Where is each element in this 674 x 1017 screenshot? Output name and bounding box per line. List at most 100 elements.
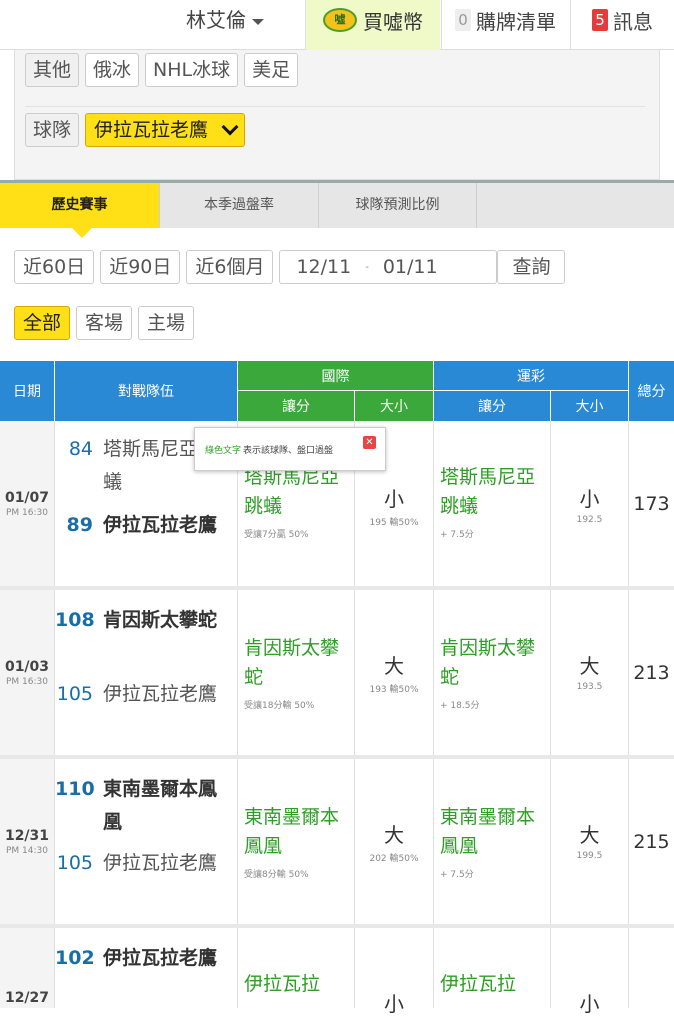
table-row[interactable]: 12/31 PM 14:30 110 東南墨爾本鳳凰 105 伊拉瓦拉老鷹 東南墨爾本… [0,759,674,928]
table-row[interactable]: 01/03 PM 16:30 108 肯因斯太攀蛇 105 伊拉瓦拉老鷹 肯因斯太攀蛇… [0,590,674,759]
tooltip-text: 表示該球隊、盤口過盤 [243,445,334,456]
table-header: 日期 對戰隊伍 國際 讓分 大小 運彩 讓分 大小 總分 [0,361,674,421]
intl-ou-cell: 小 [355,928,434,1016]
intl-ou-value: 小 [384,487,404,511]
caret-down-icon [252,18,264,25]
intl-ou-value: 大 [384,654,404,678]
game-time: PM 16:30 [6,507,48,518]
search-button[interactable]: 查詢 [497,250,566,284]
venue-all-button[interactable]: 全部 [14,306,71,340]
lottery-ou-value: 大 [579,654,600,678]
venue-home-button[interactable]: 主場 [138,306,195,340]
top-bar: 林艾倫 噓買噓幣 0 購牌清單 5 訊息 [0,0,674,50]
away-score: 84 [68,438,93,460]
date-range-input[interactable]: 12/11 - 01/11 [279,250,498,284]
history-table: 01/07 PM 16:30 84 塔斯馬尼亞跳蟻 89 伊拉瓦拉老鷹 塔斯馬尼亞跳蟻… [0,421,674,1016]
date-separator: - [365,261,369,273]
team-row: 球隊 伊拉瓦拉老鷹 [25,113,246,147]
legend-tooltip: 綠色文字 表示該球隊、盤口過盤 ✕ [194,427,386,471]
date-cell: 01/03 PM 16:30 [0,590,55,755]
intl-spread-cell: 東南墨爾本鳳凰受讓8分輸 50% [238,759,355,924]
home-score: 105 [56,683,93,705]
tooltip-green-text: 綠色文字 [205,445,242,456]
away-team: 東南墨爾本鳳凰 [103,778,218,833]
lottery-spread-cell: 東南墨爾本鳳凰 + 7.5分 [434,759,551,924]
lottery-ou-note: 193.5 [576,682,603,692]
away-team: 伊拉瓦拉老鷹 [103,947,218,969]
table-row[interactable]: 12/27 102 伊拉瓦拉老鷹 伊拉瓦拉 小 伊拉瓦拉 小 [0,928,674,1016]
lottery-ou-value: 小 [579,992,600,1016]
divider [25,106,645,107]
intl-spread-cell: 伊拉瓦拉 [238,928,355,1008]
header-lottery: 運彩 [434,361,629,391]
lottery-spread-note: + 18.5分 [440,701,480,711]
away-team: 肯因斯太攀蛇 [103,609,218,631]
team-select[interactable]: 伊拉瓦拉老鷹 [85,113,246,147]
header-intl-ou: 大小 [355,391,434,421]
buy-coins-button[interactable]: 噓買噓幣 [305,0,440,50]
team-label: 球隊 [25,113,80,147]
lottery-ou-cell: 大 193.5 [551,590,629,755]
intl-spread-team: 塔斯馬尼亞跳蟻 [244,466,340,517]
game-time: PM 14:30 [6,845,48,856]
teams-cell: 110 東南墨爾本鳳凰 105 伊拉瓦拉老鷹 [55,759,238,924]
date-to[interactable]: 01/11 [383,256,438,278]
tab-season-cover-rate[interactable]: 本季過盤率 [160,183,319,228]
home-score: 89 [66,514,93,536]
tab-bar: 歷史賽事 本季過盤率 球隊預測比例 [0,180,674,238]
messages-button[interactable]: 5 訊息 [570,0,674,50]
game-date: 01/07 [4,489,50,506]
home-team: 伊拉瓦拉老鷹 [103,852,218,874]
message-count-badge: 5 [592,9,608,31]
lottery-spread-cell: 伊拉瓦拉 [434,928,551,1008]
close-icon[interactable]: ✕ [363,436,376,449]
date-cell: 01/07 PM 16:30 [0,421,55,586]
range-60-days-button[interactable]: 近60日 [14,250,95,284]
league-chip-kontinental[interactable]: 俄冰 [85,53,140,87]
league-row: 其他 俄冰 NHL冰球 美足 [25,53,299,87]
date-cell: 12/31 PM 14:30 [0,759,55,924]
team-select-value: 伊拉瓦拉老鷹 [94,119,209,141]
venue-filter: 全部 客場 主場 [14,306,195,340]
purchase-list-button[interactable]: 0 購牌清單 [441,0,569,50]
header-intl: 國際 [238,361,434,391]
league-chip-nfl[interactable]: 美足 [244,53,299,87]
intl-ou-note: 193 輸50% [369,685,419,695]
total-cell [629,928,674,1008]
home-team: 伊拉瓦拉老鷹 [103,683,218,705]
intl-ou-value: 大 [384,823,404,847]
venue-away-button[interactable]: 客場 [76,306,133,340]
lottery-spread-team: 塔斯馬尼亞跳蟻 [440,466,536,517]
game-date: 12/31 [4,827,50,844]
intl-spread-team: 肯因斯太攀蛇 [244,637,340,688]
header-lottery-spread: 讓分 [434,391,551,421]
user-menu[interactable]: 林艾倫 [150,0,300,50]
lottery-ou-value: 小 [579,487,600,511]
lottery-ou-note: 192.5 [576,515,603,525]
league-chip-nhl[interactable]: NHL冰球 [145,53,239,87]
intl-ou-note: 202 輸50% [369,854,419,864]
intl-spread-team: 東南墨爾本鳳凰 [244,806,340,857]
date-range-bar: 近60日 近90日 近6個月 12/11 - 01/11 查詢 [14,250,566,284]
lottery-spread-note: + 7.5分 [440,870,474,880]
lottery-spread-note: + 7.5分 [440,530,474,540]
range-6-months-button[interactable]: 近6個月 [186,250,274,284]
messages-label: 訊息 [613,9,653,34]
home-team: 伊拉瓦拉老鷹 [103,514,218,536]
user-name: 林艾倫 [186,8,246,32]
date-from[interactable]: 12/11 [296,256,351,278]
game-date: 12/27 [4,990,50,1006]
intl-spread-note: 受讓8分輸 50% [244,870,309,880]
intl-ou-value: 小 [384,992,404,1016]
lottery-spread-cell: 肯因斯太攀蛇 + 18.5分 [434,590,551,755]
home-score: 105 [56,852,93,874]
chevron-down-icon [221,118,239,136]
purchase-list-label: 購牌清單 [476,9,556,34]
filter-panel: 其他 俄冰 NHL冰球 美足 球隊 伊拉瓦拉老鷹 [14,50,660,180]
other-label: 其他 [25,53,80,87]
lottery-ou-cell: 小 192.5 [551,421,629,586]
range-90-days-button[interactable]: 近90日 [100,250,181,284]
tab-history[interactable]: 歷史賽事 [0,183,160,238]
intl-ou-note: 195 輸50% [369,518,419,528]
tab-team-prediction[interactable]: 球隊預測比例 [319,183,477,228]
